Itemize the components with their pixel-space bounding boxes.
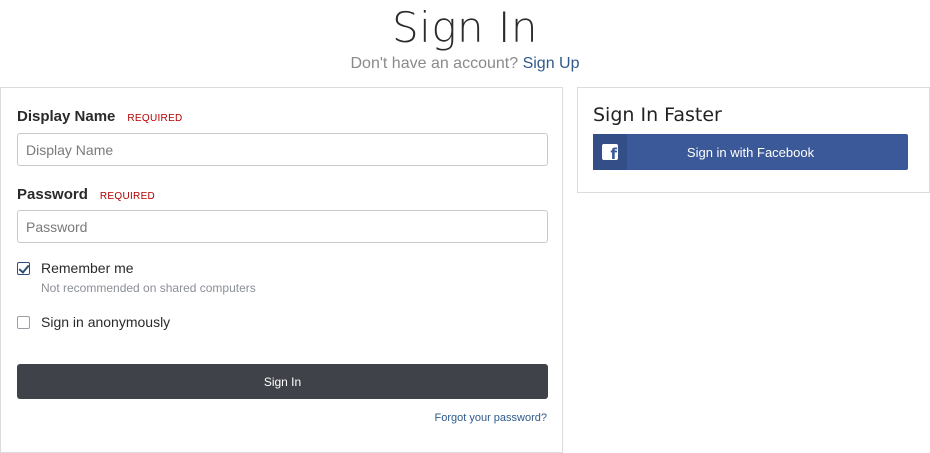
- facebook-sign-in-label: Sign in with Facebook: [686, 144, 815, 160]
- anonymous-row[interactable]: Sign in anonymously: [17, 314, 170, 330]
- display-name-label: Display Name: [17, 108, 116, 125]
- login-form-panel: Display Name REQUIRED Password REQUIRED …: [0, 87, 563, 453]
- password-label-row: Password REQUIRED: [17, 186, 155, 203]
- page-title: Sign In: [391, 3, 538, 52]
- password-required-badge: REQUIRED: [99, 191, 156, 202]
- signup-link[interactable]: Sign Up: [523, 55, 580, 72]
- signup-prompt: Don't have an account? Sign Up: [0, 55, 930, 73]
- display-name-input[interactable]: [17, 133, 548, 166]
- anonymous-label[interactable]: Sign in anonymously: [41, 314, 170, 330]
- remember-me-checkbox[interactable]: [17, 261, 30, 275]
- display-name-label-row: Display Name REQUIRED: [17, 108, 183, 125]
- page-header: Sign In Don't have an account? Sign Up: [0, 0, 930, 73]
- display-name-required-badge: REQUIRED: [127, 113, 183, 124]
- password-input[interactable]: [17, 210, 548, 243]
- sign-in-button[interactable]: Sign In: [17, 364, 548, 399]
- sign-in-faster-title: Sign In Faster: [593, 104, 722, 126]
- facebook-icon-container: f: [593, 134, 627, 170]
- facebook-sign-in-button[interactable]: f Sign in with Facebook: [593, 134, 908, 170]
- signup-prompt-text: Don't have an account?: [350, 55, 519, 72]
- password-label: Password: [17, 186, 88, 203]
- forgot-password-link[interactable]: Forgot your password?: [435, 412, 548, 424]
- anonymous-checkbox[interactable]: [17, 315, 30, 329]
- remember-me-hint: Not recommended on shared computers: [41, 281, 256, 295]
- sign-in-faster-panel: Sign In Faster f Sign in with Facebook: [577, 87, 930, 193]
- remember-me-row[interactable]: Remember me: [17, 260, 134, 276]
- facebook-icon: f: [602, 144, 618, 160]
- remember-me-label[interactable]: Remember me: [41, 260, 134, 276]
